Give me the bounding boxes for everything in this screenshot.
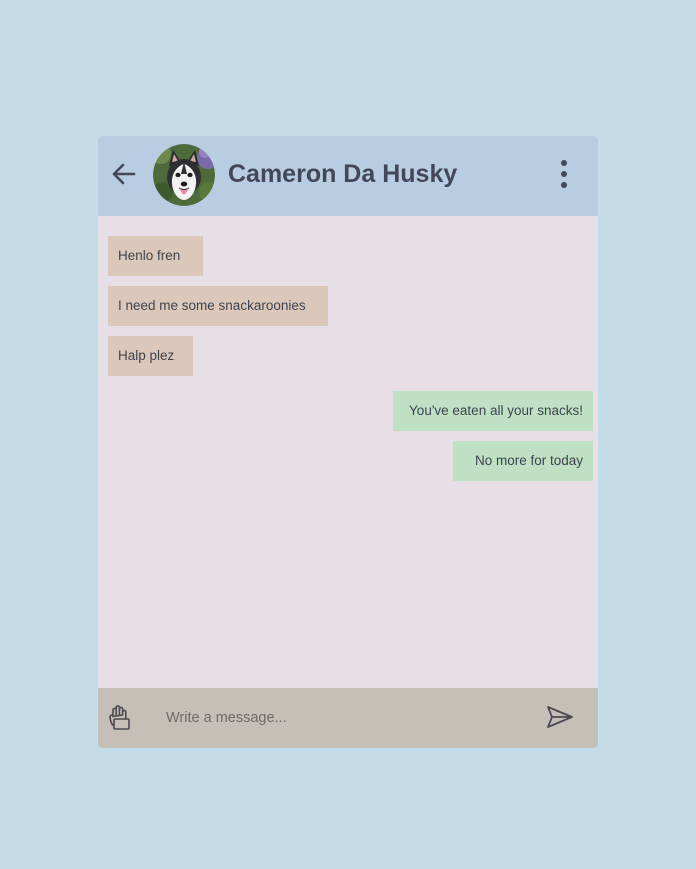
message-input[interactable] <box>160 702 536 734</box>
chat-header: Cameron Da Husky <box>98 136 598 216</box>
attach-button[interactable] <box>108 704 132 730</box>
chat-window: Cameron Da Husky Henlo fren I need me so… <box>98 136 598 748</box>
more-vertical-icon-dot <box>561 171 567 177</box>
husky-avatar-image <box>153 144 215 206</box>
send-button[interactable] <box>546 704 574 730</box>
arrow-left-icon <box>112 163 136 185</box>
more-vertical-icon-dot <box>561 182 567 188</box>
message-bubble-outgoing: No more for today <box>453 441 593 481</box>
send-icon <box>547 706 573 728</box>
message-bubble-outgoing: You've eaten all your snacks! <box>393 391 593 431</box>
message-composer <box>98 688 598 748</box>
message-bubble-incoming: Henlo fren <box>108 236 203 276</box>
message-bubble-incoming: I need me some snackaroonies <box>108 286 328 326</box>
contact-name: Cameron Da Husky <box>228 160 458 188</box>
more-options-button[interactable] <box>552 158 576 190</box>
message-list: Henlo fren I need me some snackaroonies … <box>98 216 598 688</box>
paperclip-hand-icon <box>109 705 130 730</box>
back-button[interactable] <box>108 158 140 190</box>
message-bubble-incoming: Halp plez <box>108 336 193 376</box>
avatar[interactable] <box>153 144 215 206</box>
more-vertical-icon <box>561 160 567 166</box>
